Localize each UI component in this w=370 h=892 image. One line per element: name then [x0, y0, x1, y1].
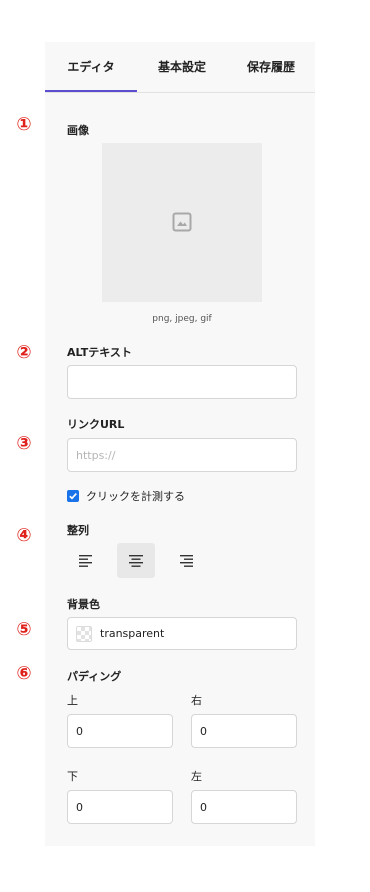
- image-format-caption: png, jpeg, gif: [152, 314, 212, 324]
- align-label: 整列: [67, 524, 89, 537]
- alt-text-input[interactable]: [67, 365, 297, 399]
- background-color-input[interactable]: transparent: [67, 617, 297, 650]
- tab-bar: エディタ 基本設定 保存履歴: [45, 42, 315, 93]
- alt-text-label: ALTテキスト: [67, 346, 132, 359]
- padding-label: パディング: [67, 670, 122, 683]
- image-placeholder-icon: [172, 212, 192, 232]
- track-click-label: クリックを計測する: [86, 490, 185, 503]
- align-center-icon: [129, 554, 143, 567]
- marker-4: ④: [16, 525, 32, 546]
- marker-1: ①: [16, 114, 32, 135]
- marker-6: ⑥: [16, 663, 32, 684]
- track-click-row[interactable]: クリックを計測する: [67, 489, 185, 503]
- align-left-button[interactable]: [67, 543, 105, 578]
- align-left-icon: [79, 554, 92, 567]
- background-color-label: 背景色: [67, 598, 100, 611]
- checkmark-icon: [69, 493, 77, 500]
- padding-top-input[interactable]: [67, 714, 173, 748]
- tab-basic-settings[interactable]: 基本設定: [137, 42, 227, 91]
- image-label: 画像: [67, 124, 89, 137]
- tab-save-history[interactable]: 保存履歴: [227, 42, 315, 91]
- padding-bottom-input[interactable]: [67, 790, 173, 824]
- track-click-checkbox[interactable]: [67, 490, 79, 502]
- link-url-label: リンクURL: [67, 418, 125, 431]
- align-right-button[interactable]: [167, 543, 205, 578]
- padding-left-input[interactable]: [191, 790, 297, 824]
- tab-editor[interactable]: エディタ: [45, 42, 137, 92]
- align-right-icon: [180, 554, 193, 567]
- background-color-value: transparent: [100, 627, 165, 640]
- link-url-input[interactable]: [67, 438, 297, 472]
- align-center-button[interactable]: [117, 543, 155, 578]
- transparent-swatch-icon[interactable]: [76, 625, 92, 642]
- padding-right-label: 右: [191, 694, 202, 707]
- marker-3: ③: [16, 433, 32, 454]
- image-upload-area[interactable]: [102, 143, 262, 302]
- padding-top-label: 上: [67, 694, 78, 707]
- marker-5: ⑤: [16, 619, 32, 640]
- padding-bottom-label: 下: [67, 770, 78, 783]
- padding-right-input[interactable]: [191, 714, 297, 748]
- padding-left-label: 左: [191, 770, 202, 783]
- marker-2: ②: [16, 342, 32, 363]
